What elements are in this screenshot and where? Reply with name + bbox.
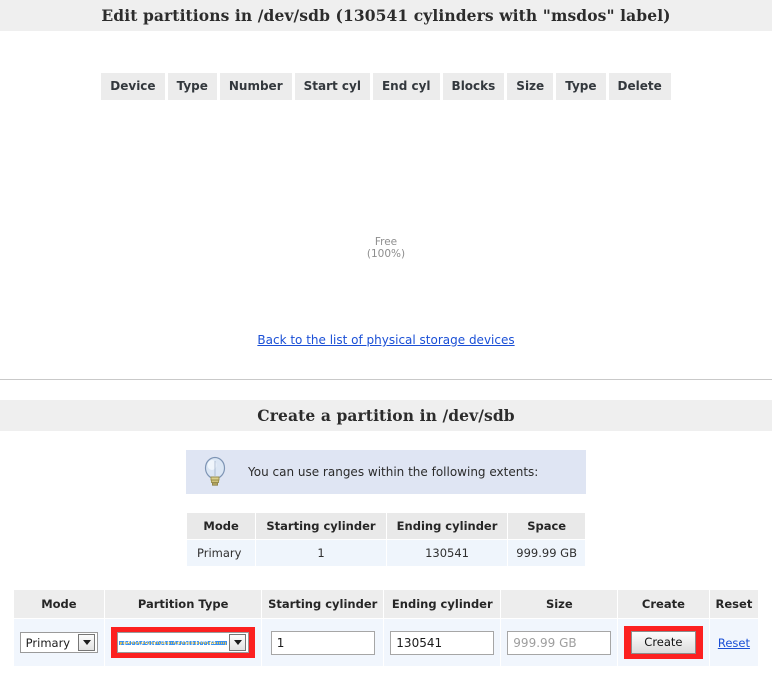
mode-select-value: Primary [25, 635, 71, 650]
form-input-row: Primary Physical volume 1 130541 999.99 … [13, 619, 759, 666]
extents-cell-ending-cylinder: 130541 [386, 540, 508, 566]
size-input[interactable] [507, 630, 612, 655]
back-link-container: Back to the list of physical storage dev… [0, 323, 772, 379]
form-cell-size [501, 619, 618, 666]
column-header-size: Size [507, 73, 554, 100]
extents-header-ending-cylinder: Ending cylinder [386, 513, 508, 539]
table-header-row: Device Type Number Start cyl End cyl Blo… [101, 73, 671, 100]
extents-table: Mode Starting cylinder Ending cylinder S… [186, 512, 586, 567]
form-header-mode: Mode [13, 590, 105, 618]
form-header-starting-cylinder: Starting cylinder [262, 590, 384, 618]
tip-box: You can use ranges within the following … [186, 450, 586, 494]
form-header-partition-type: Partition Type [105, 590, 262, 618]
form-cell-reset: Reset [709, 619, 759, 666]
back-to-storage-devices-link[interactable]: Back to the list of physical storage dev… [257, 333, 514, 347]
form-header-row: Mode Partition Type Starting cylinder En… [13, 590, 759, 618]
page-root: Edit partitions in /dev/sdb (130541 cyli… [0, 0, 772, 681]
form-cell-starting-cylinder [262, 619, 384, 666]
page-title: Edit partitions in /dev/sdb (130541 cyli… [0, 0, 772, 31]
chevron-down-icon[interactable] [78, 634, 96, 651]
column-header-device: Device [101, 73, 165, 100]
form-header-size: Size [501, 590, 618, 618]
extents-header-starting-cylinder: Starting cylinder [256, 513, 386, 539]
column-header-type: Type [167, 73, 217, 100]
free-space-percent: (100%) [366, 248, 406, 260]
form-header-reset: Reset [709, 590, 759, 618]
column-header-end-cyl: End cyl [372, 73, 440, 100]
create-button-highlight-box: Create [624, 626, 703, 659]
form-cell-partition-type: Physical volume [105, 619, 262, 666]
ending-cylinder-input[interactable] [390, 630, 495, 655]
form-cell-mode: Primary [13, 619, 105, 666]
lightbulb-icon [192, 455, 238, 489]
form-header-ending-cylinder: Ending cylinder [384, 590, 501, 618]
tip-text: You can use ranges within the following … [248, 465, 539, 479]
column-header-number: Number [219, 73, 292, 100]
starting-cylinder-input[interactable] [270, 630, 375, 655]
table-row: Primary 1 130541 999.99 GB [187, 540, 585, 566]
column-header-delete: Delete [608, 73, 671, 100]
extents-header-mode: Mode [187, 513, 256, 539]
create-partition-form-table: Mode Partition Type Starting cylinder En… [13, 589, 760, 667]
mode-select[interactable]: Primary [19, 632, 99, 653]
partition-table-header: Device Type Number Start cyl End cyl Blo… [98, 73, 673, 100]
form-cell-create: Create [618, 619, 709, 666]
form-cell-ending-cylinder [384, 619, 501, 666]
column-header-type-2: Type [556, 73, 606, 100]
chevron-down-icon[interactable] [229, 634, 247, 651]
extents-cell-mode: Primary [187, 540, 256, 566]
section-divider [0, 379, 772, 380]
partition-graph-area: Device Type Number Start cyl End cyl Blo… [0, 73, 772, 323]
column-header-start-cyl: Start cyl [294, 73, 370, 100]
extents-cell-space: 999.99 GB [508, 540, 585, 566]
free-space-label: Free (100%) [0, 236, 772, 260]
partition-type-select[interactable]: Physical volume [117, 632, 250, 653]
column-header-blocks: Blocks [442, 73, 505, 100]
extents-header-row: Mode Starting cylinder Ending cylinder S… [187, 513, 585, 539]
extents-header-space: Space [508, 513, 585, 539]
form-header-create: Create [618, 590, 709, 618]
free-space-text: Free [374, 236, 398, 248]
create-partition-title: Create a partition in /dev/sdb [0, 400, 772, 431]
create-button[interactable]: Create [631, 631, 696, 654]
extents-cell-starting-cylinder: 1 [256, 540, 386, 566]
reset-link[interactable]: Reset [718, 636, 750, 650]
partition-type-select-value: Physical volume [119, 637, 228, 648]
partition-type-highlight-box: Physical volume [111, 627, 256, 658]
